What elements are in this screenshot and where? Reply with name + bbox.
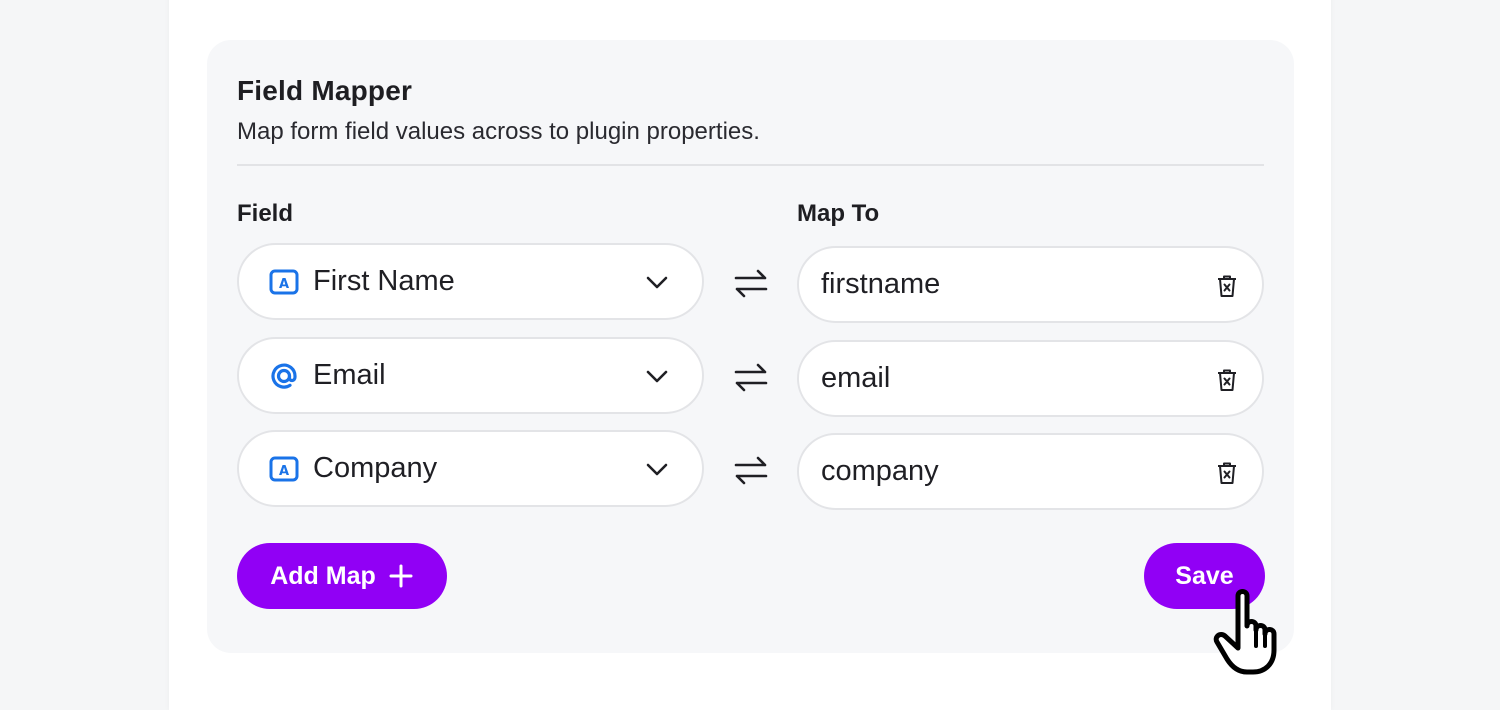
field-mapper-panel: Field Mapper Map form field values acros… bbox=[207, 40, 1294, 653]
at-sign-icon bbox=[269, 361, 299, 391]
map-to-input[interactable]: company bbox=[797, 433, 1264, 510]
trash-icon[interactable] bbox=[1214, 460, 1240, 486]
field-select-label: Company bbox=[313, 452, 438, 484]
svg-text:A: A bbox=[279, 464, 289, 479]
swap-arrows-icon bbox=[731, 357, 771, 397]
field-select-label: First Name bbox=[313, 265, 455, 297]
text-field-icon: A bbox=[269, 267, 299, 297]
mapping-row: Email email bbox=[237, 337, 1264, 417]
panel-title: Field Mapper bbox=[237, 75, 413, 106]
divider bbox=[237, 164, 1264, 166]
svg-text:A: A bbox=[279, 277, 289, 292]
map-to-input[interactable]: firstname bbox=[797, 246, 1264, 323]
hand-pointer-cursor-icon bbox=[1213, 589, 1277, 675]
field-column-header: Field bbox=[237, 200, 294, 227]
swap-arrows-icon bbox=[731, 450, 771, 490]
page-card: Field Mapper Map form field values acros… bbox=[169, 0, 1331, 710]
swap-arrows-icon bbox=[731, 263, 771, 303]
panel-subtitle: Map form field values across to plugin p… bbox=[237, 118, 760, 145]
chevron-down-icon bbox=[644, 269, 670, 295]
mapping-row: A Company company bbox=[237, 430, 1264, 510]
mapping-row: A First Name firstname bbox=[237, 243, 1264, 323]
map-to-value: email bbox=[821, 362, 891, 394]
add-map-label: Add Map bbox=[270, 561, 376, 590]
map-to-column-header: Map To bbox=[797, 200, 880, 227]
chevron-down-icon bbox=[644, 363, 670, 389]
map-to-input[interactable]: email bbox=[797, 340, 1264, 417]
field-select-label: Email bbox=[313, 359, 386, 391]
plus-icon bbox=[388, 563, 414, 589]
chevron-down-icon bbox=[644, 456, 670, 482]
field-select[interactable]: Email bbox=[237, 337, 704, 414]
text-field-icon: A bbox=[269, 454, 299, 484]
map-to-value: company bbox=[821, 455, 939, 487]
map-to-value: firstname bbox=[821, 268, 941, 300]
add-map-button[interactable]: Add Map bbox=[237, 543, 447, 609]
trash-icon[interactable] bbox=[1214, 367, 1240, 393]
field-select[interactable]: A Company bbox=[237, 430, 704, 507]
trash-icon[interactable] bbox=[1214, 273, 1240, 299]
field-select[interactable]: A First Name bbox=[237, 243, 704, 320]
